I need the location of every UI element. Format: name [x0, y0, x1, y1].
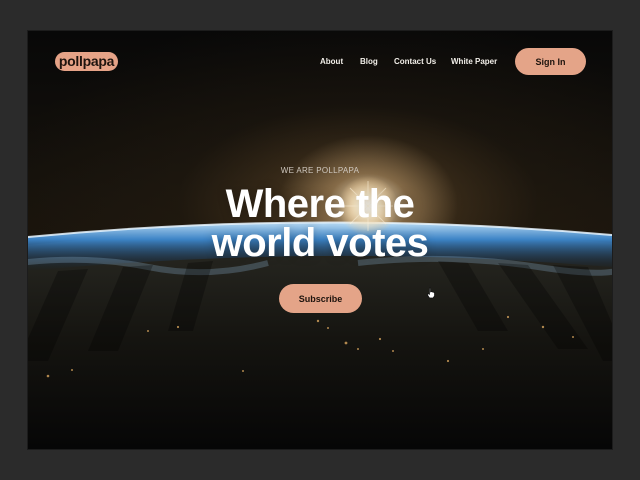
nav-link-white-paper[interactable]: White Paper: [451, 55, 497, 69]
nav-link-contact-us[interactable]: Contact Us: [394, 55, 436, 69]
nav-link-blog[interactable]: Blog: [360, 55, 378, 69]
nav-link-about[interactable]: About: [320, 55, 343, 69]
headline-line-2: world votes: [211, 221, 429, 265]
subscribe-button[interactable]: Subscribe: [279, 284, 362, 313]
hero-eyebrow: WE ARE POLLPAPA: [280, 166, 360, 175]
hero-headline: Where the world votes: [28, 182, 612, 265]
hand-pointer-icon: [427, 287, 435, 299]
landing-page: pollpapa About Blog Contact Us White Pap…: [28, 31, 612, 449]
headline-line-1: Where the: [225, 182, 415, 226]
sign-in-button[interactable]: Sign In: [515, 48, 586, 75]
pollpapa-logo[interactable]: pollpapa: [55, 52, 118, 71]
